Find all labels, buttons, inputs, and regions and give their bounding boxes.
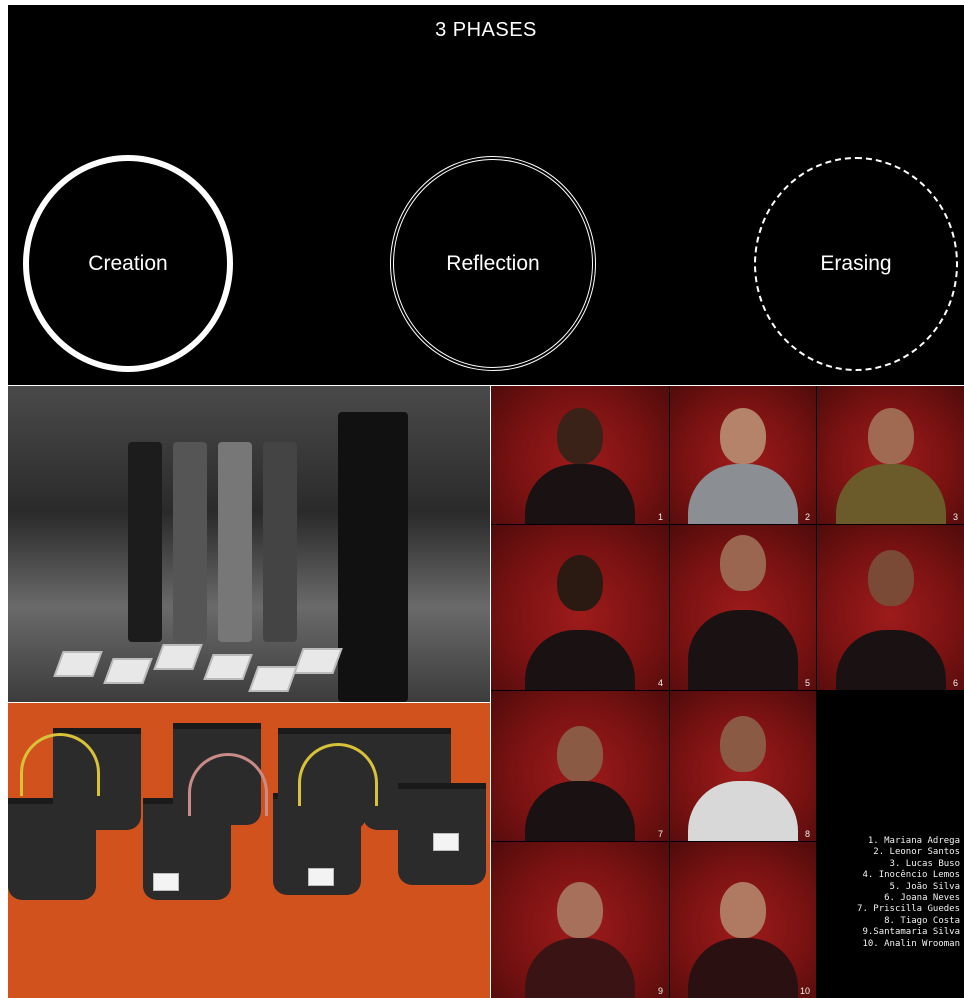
portrait-body xyxy=(525,938,635,998)
portrait-head xyxy=(557,882,603,938)
portrait-body xyxy=(525,630,635,690)
phase-erasing-circle: Erasing xyxy=(754,157,958,371)
price-tag xyxy=(308,868,334,886)
portrait-head xyxy=(720,716,766,772)
phase-erasing-label: Erasing xyxy=(820,252,892,275)
portrait-number: 5 xyxy=(804,678,810,688)
portrait-cell: 10 xyxy=(670,842,816,998)
person-legs xyxy=(128,442,162,642)
phases-title: 3 PHASES xyxy=(435,19,537,41)
portrait-body xyxy=(688,781,798,841)
portrait-number: 2 xyxy=(804,512,810,522)
portrait-number: 3 xyxy=(952,512,958,522)
price-tag xyxy=(153,873,179,891)
floor-card xyxy=(53,651,103,677)
floor-card xyxy=(153,644,203,670)
portrait-number: 10 xyxy=(799,986,810,996)
portrait-grid: 1 2 3 4 5 6 7 8 9 10 1. Mariana Adrega 2… xyxy=(491,386,964,998)
participant-name: 7. Priscilla Guedes xyxy=(857,904,960,915)
portrait-head xyxy=(720,882,766,938)
participant-name: 9.Santamaria Silva xyxy=(862,927,960,938)
participant-name: 10. Analin Wrooman xyxy=(862,938,960,949)
floor-card xyxy=(103,658,153,684)
portrait-cell: 2 xyxy=(670,386,816,524)
portrait-head xyxy=(867,408,914,464)
participant-name: 6. Joana Neves xyxy=(884,893,960,904)
person-legs xyxy=(218,442,252,642)
phase-reflection-circle: Reflection xyxy=(390,156,596,371)
participant-name: 1. Mariana Adrega xyxy=(867,836,960,846)
portrait-number: 4 xyxy=(657,678,663,688)
phase-reflection-label: Reflection xyxy=(446,251,540,275)
portrait-body xyxy=(835,630,946,690)
participant-name: 8. Tiago Costa xyxy=(884,915,960,926)
portrait-number: 9 xyxy=(657,986,663,996)
portrait-cell: 4 xyxy=(491,525,669,690)
portrait-cell: 5 xyxy=(670,525,816,690)
portrait-body xyxy=(835,464,946,524)
portrait-head xyxy=(720,535,766,591)
phase-creation-circle: Creation xyxy=(23,155,233,372)
portrait-head xyxy=(557,555,603,611)
participant-name: 2. Leonor Santos xyxy=(873,847,960,858)
portrait-number: 1 xyxy=(657,512,663,522)
participant-name: 4. Inocêncio Lemos xyxy=(862,870,960,881)
portrait-head xyxy=(557,726,603,782)
portrait-body xyxy=(525,781,635,841)
portrait-body xyxy=(688,610,798,690)
portrait-head xyxy=(867,550,914,606)
group-floor-photo xyxy=(8,386,490,702)
portrait-number: 8 xyxy=(804,829,810,839)
phase-creation-label: Creation xyxy=(88,251,168,275)
portrait-body xyxy=(525,464,635,524)
floor-card xyxy=(203,654,253,680)
portrait-cell: 6 xyxy=(817,525,964,690)
participant-name: 5. João Silva xyxy=(889,881,960,892)
portrait-body xyxy=(688,938,798,998)
portrait-cell: 3 xyxy=(817,386,964,524)
portrait-cell: 8 xyxy=(670,691,816,841)
floor-card xyxy=(248,666,298,692)
portrait-number: 7 xyxy=(657,829,663,839)
person-legs xyxy=(263,442,297,642)
person-legs xyxy=(338,412,408,702)
floor-card xyxy=(293,648,343,674)
participant-name: 3. Lucas Buso xyxy=(889,858,960,869)
portrait-body xyxy=(688,464,798,524)
portrait-cell: 1 xyxy=(491,386,669,524)
portrait-cell: 7 xyxy=(491,691,669,841)
person-legs xyxy=(173,442,207,642)
phases-panel: 3 PHASES Creation Reflection Erasing xyxy=(8,5,964,385)
portrait-cell: 9 xyxy=(491,842,669,998)
price-tag xyxy=(433,833,459,851)
portrait-head xyxy=(557,408,603,464)
participant-names-list: 1. Mariana Adrega 2. Leonor Santos 3. Lu… xyxy=(857,836,960,950)
portrait-number: 6 xyxy=(952,678,958,688)
buckets-photo xyxy=(8,703,490,998)
portrait-head xyxy=(720,408,766,464)
